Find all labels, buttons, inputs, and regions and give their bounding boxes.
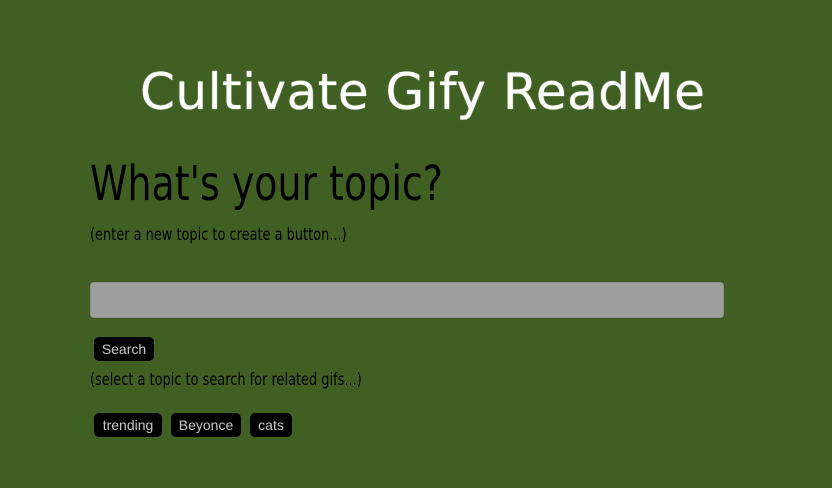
topic-button-beyonce[interactable]: Beyonce — [171, 413, 241, 437]
search-button[interactable]: Search — [94, 337, 154, 361]
topic-input[interactable] — [90, 282, 724, 318]
topic-button-trending[interactable]: trending — [94, 413, 162, 437]
site-title: Cultivate Gify ReadMe — [140, 63, 706, 121]
create-instruction: (enter a new topic to create a button...… — [90, 225, 347, 245]
select-instruction: (select a topic to search for related gi… — [90, 370, 362, 390]
topic-button-cats[interactable]: cats — [250, 413, 292, 437]
topic-heading: What's your topic? — [90, 156, 443, 212]
